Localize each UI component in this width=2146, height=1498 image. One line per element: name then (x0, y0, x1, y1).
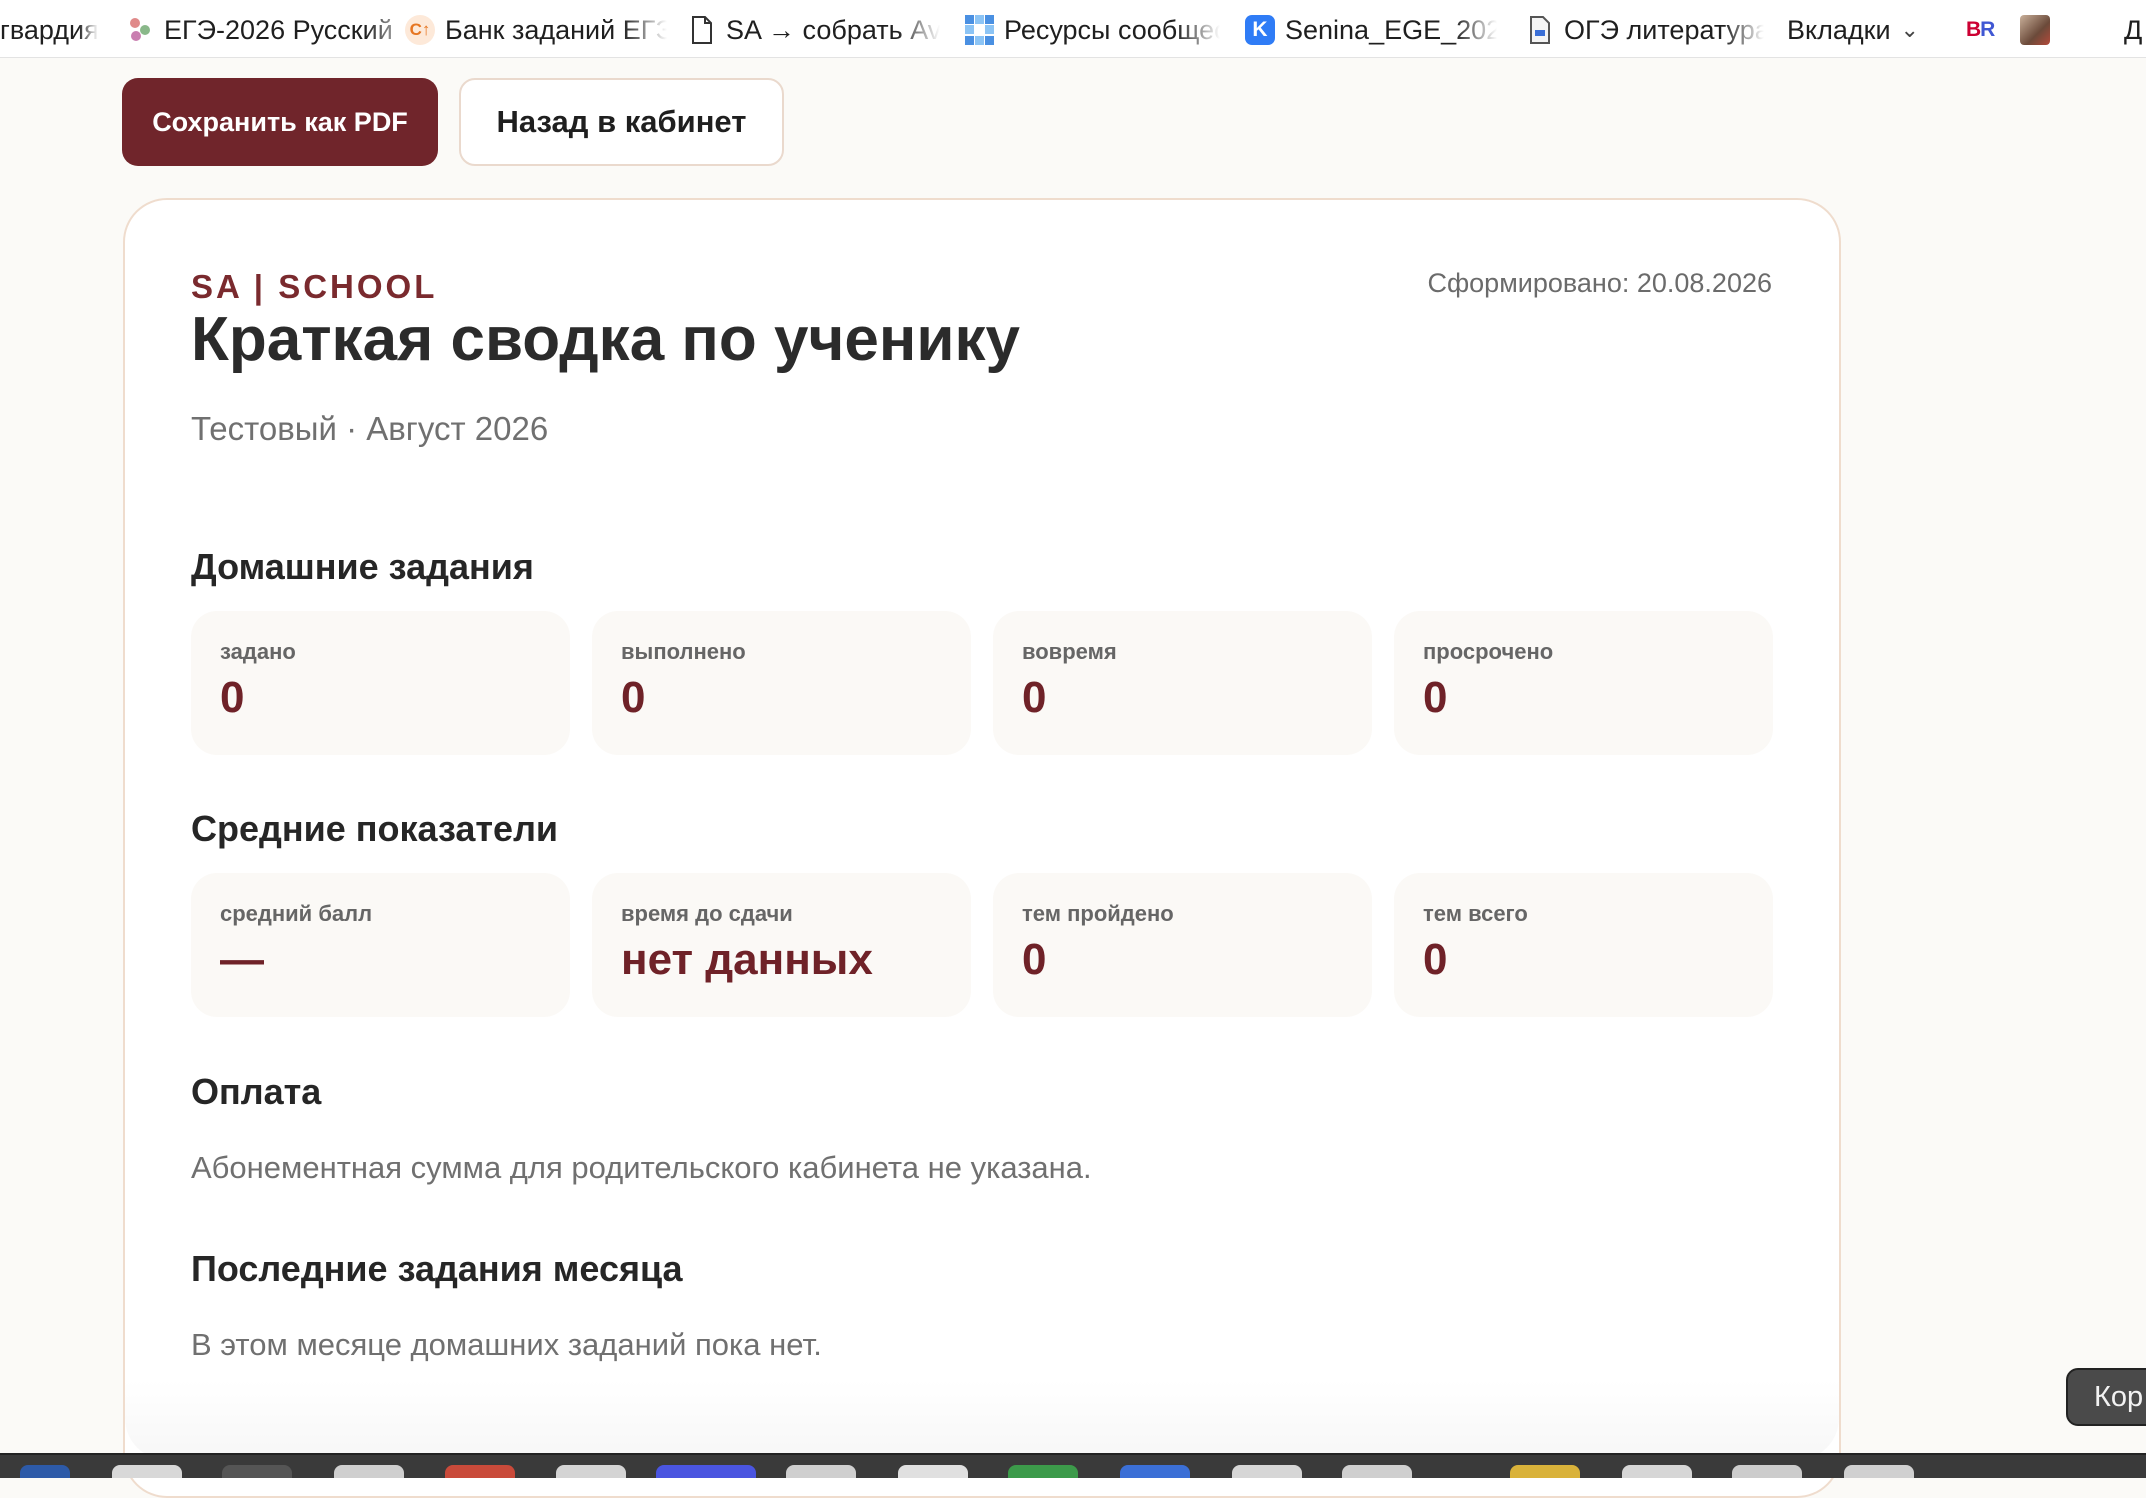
document-icon (688, 16, 716, 44)
stat-value: нет данных (621, 935, 873, 984)
stat-value: 0 (1423, 935, 1448, 984)
stat-card: выполнено 0 (592, 611, 971, 755)
dock-app-icon[interactable] (556, 1465, 626, 1478)
stat-value: 0 (1022, 935, 1047, 984)
bookmark-item[interactable]: Д (2124, 13, 2142, 47)
averages-heading: Средние показатели (191, 808, 559, 849)
dock-app-icon[interactable] (222, 1465, 292, 1478)
recent-tasks-heading: Последние задания месяца (191, 1248, 683, 1289)
bookmark-item[interactable]: С↑ Банк заданий ЕГЭ (405, 13, 667, 47)
bookmarks-bar: гвардия ЕГЭ-2026 Русский С↑ Банк заданий… (0, 0, 2146, 58)
dock (0, 1453, 2146, 1478)
grid-icon (964, 15, 994, 45)
dock-app-icon[interactable] (1510, 1465, 1580, 1478)
save-pdf-button[interactable]: Сохранить как PDF (122, 78, 438, 166)
stat-value: 0 (220, 673, 245, 722)
dots-icon (126, 16, 154, 44)
dock-app-icon[interactable] (1622, 1465, 1692, 1478)
payment-heading: Оплата (191, 1071, 322, 1112)
bookmark-item[interactable]: SA → собрать Avito (688, 13, 940, 47)
stat-label: тем всего (1423, 901, 1528, 926)
chevron-down-icon: ⌄ (1900, 17, 1919, 42)
stat-label: тем пройдено (1022, 901, 1174, 926)
document-icon (1526, 16, 1554, 44)
homework-stats: задано 0 выполнено 0 вовремя 0 просрочен… (191, 611, 1773, 755)
bookmark-label: гвардия (0, 14, 98, 45)
back-to-cabinet-button[interactable]: Назад в кабинет (459, 78, 784, 166)
stat-card: средний балл — (191, 873, 570, 1017)
bookmark-label: Д (2124, 14, 2143, 45)
recent-tasks-text: В этом месяце домашних заданий пока нет. (191, 1327, 822, 1362)
stat-value: 0 (1022, 673, 1047, 722)
stat-label: вовремя (1022, 639, 1117, 664)
dock-app-icon[interactable] (445, 1465, 515, 1478)
page-title: Краткая сводка по ученику (191, 305, 1020, 374)
avatar-icon (2020, 15, 2050, 45)
profile-avatar[interactable] (2020, 13, 2050, 47)
card-bottom-fade (125, 1380, 1839, 1460)
dock-app-icon[interactable] (1342, 1465, 1412, 1478)
bookmark-label: SA → собрать Avito (726, 14, 940, 45)
dock-app-icon[interactable] (1844, 1465, 1914, 1478)
stat-value: 0 (621, 673, 646, 722)
br-logo-r: R (1980, 18, 1995, 41)
stat-card: вовремя 0 (993, 611, 1372, 755)
stat-label: средний балл (220, 901, 373, 926)
stat-card: тем пройдено 0 (993, 873, 1372, 1017)
tooltip: Кор (2066, 1368, 2146, 1426)
dock-app-icon[interactable] (20, 1465, 70, 1478)
bookmark-item[interactable]: K Senina_EGE_2026 (1245, 13, 1497, 47)
folder-label: Вкладки (1787, 14, 1891, 45)
stat-value: — (220, 935, 264, 984)
dock-app-icon[interactable] (656, 1465, 756, 1478)
tooltip-label: Кор (2094, 1380, 2144, 1413)
dock-app-icon[interactable] (1120, 1465, 1190, 1478)
stat-card: просрочено 0 (1394, 611, 1773, 755)
stat-card: задано 0 (191, 611, 570, 755)
stat-label: время до сдачи (621, 901, 793, 926)
bookmark-item[interactable]: гвардия (0, 13, 98, 47)
vk-icon: K (1245, 15, 1275, 45)
reshu-icon: С↑ (405, 15, 435, 45)
bookmark-label: ЕГЭ-2026 Русский (164, 14, 393, 45)
dock-app-icon[interactable] (898, 1465, 968, 1478)
stat-value: 0 (1423, 673, 1448, 722)
dock-app-icon[interactable] (786, 1465, 856, 1478)
bookmark-label: Senina_EGE_2026 (1285, 14, 1497, 45)
br-logo-b: B (1966, 18, 1981, 41)
homework-heading: Домашние задания (191, 546, 534, 587)
stat-label: задано (220, 639, 296, 664)
stat-label: выполнено (621, 639, 746, 664)
dock-app-icon[interactable] (334, 1465, 404, 1478)
dock-app-icon[interactable] (1732, 1465, 1802, 1478)
stat-card: тем всего 0 (1394, 873, 1773, 1017)
averages-stats: средний балл — время до сдачи нет данных… (191, 873, 1773, 1017)
generated-date: Сформировано: 20.08.2026 (1427, 268, 1772, 298)
dock-app-icon[interactable] (112, 1465, 182, 1478)
bookmark-label: Банк заданий ЕГЭ (445, 14, 667, 45)
bookmark-item[interactable]: ЕГЭ-2026 Русский (126, 13, 416, 47)
bookmark-label: ОГЭ литература (1564, 14, 1764, 45)
dock-app-icon[interactable] (1008, 1465, 1078, 1478)
brand-label: SA | SCHOOL (191, 268, 438, 305)
dock-app-icon[interactable] (1232, 1465, 1302, 1478)
bookmark-label: Ресурсы сообщества (1004, 14, 1220, 45)
bookmark-item[interactable]: Ресурсы сообщества (964, 13, 1220, 47)
stat-card: время до сдачи нет данных (592, 873, 971, 1017)
bookmark-item[interactable]: ОГЭ литература (1526, 13, 1764, 47)
bookmarks-folder[interactable]: Вкладки ⌄ (1787, 13, 1919, 47)
payment-text: Абонементная сумма для родительского каб… (191, 1150, 1092, 1185)
stat-label: просрочено (1423, 639, 1554, 664)
br-extension-icon[interactable]: BR (1966, 13, 1995, 47)
student-subtitle: Тестовый · Август 2026 (191, 410, 549, 447)
